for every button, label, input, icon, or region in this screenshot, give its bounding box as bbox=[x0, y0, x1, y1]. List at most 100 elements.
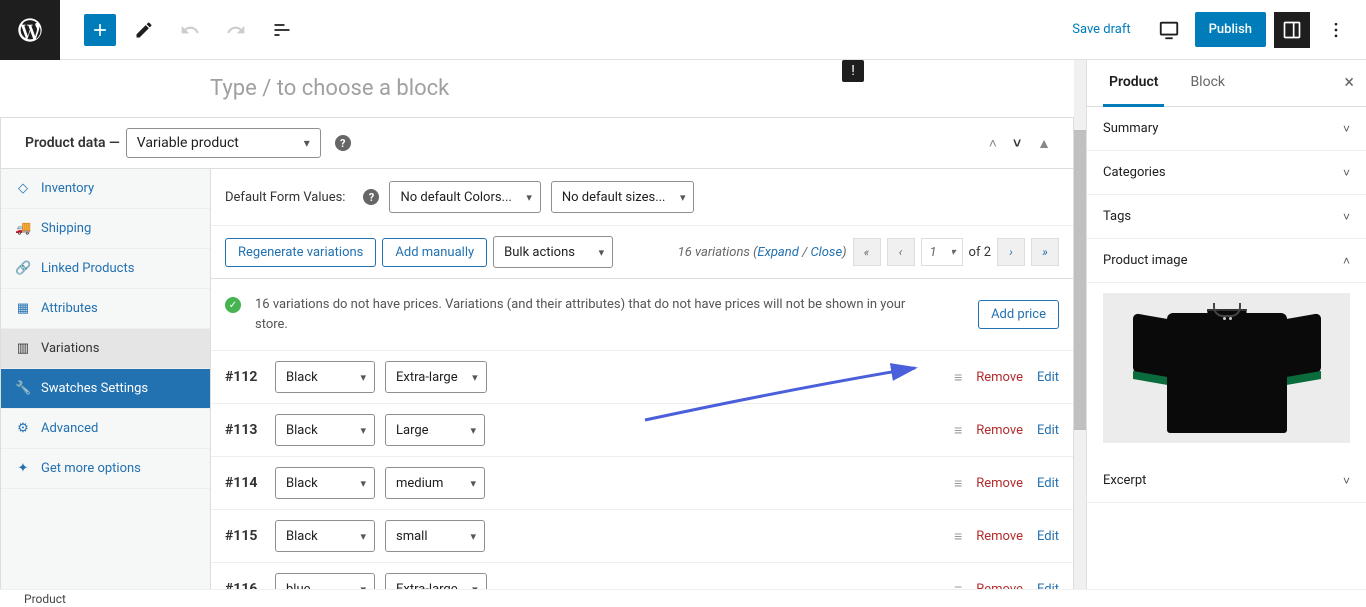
edit-variation-link[interactable]: Edit bbox=[1037, 476, 1059, 491]
drag-handle-icon[interactable]: ≡ bbox=[954, 475, 962, 492]
add-manually-button[interactable]: Add manually bbox=[382, 238, 487, 267]
variation-size-select[interactable]: small bbox=[385, 520, 485, 552]
tab-swatches-settings[interactable]: 🔧Swatches Settings bbox=[1, 369, 210, 409]
tab-get-more[interactable]: ✦ Get more options bbox=[1, 449, 210, 489]
variation-size-select[interactable]: Large bbox=[385, 414, 485, 446]
toolbar-right: Save draft Publish bbox=[1060, 12, 1366, 48]
tab-inventory[interactable]: ◇Inventory bbox=[1, 169, 210, 209]
scrollbar-thumb[interactable] bbox=[1074, 130, 1086, 430]
variation-row[interactable]: #112 Black Extra-large ≡ Remove Edit bbox=[211, 351, 1073, 404]
editor-scroll[interactable]: Type / to choose a block ! Product data … bbox=[0, 60, 1074, 607]
drag-handle-icon[interactable]: ≡ bbox=[954, 369, 962, 386]
variation-color-select[interactable]: Black bbox=[275, 520, 375, 552]
tab-block[interactable]: Block bbox=[1184, 60, 1231, 106]
pager-prev[interactable]: ‹ bbox=[887, 238, 915, 266]
default-sizes-select[interactable]: No default sizes... bbox=[551, 181, 695, 213]
settings-panel: Product Block × Summary ˅ Categories ˅ T… bbox=[1086, 60, 1366, 607]
pager-page-select[interactable]: 1 bbox=[921, 238, 963, 266]
variation-color-value: Black bbox=[286, 423, 318, 438]
editor-scrollbar[interactable] bbox=[1074, 60, 1086, 607]
tab-advanced[interactable]: ⚙Advanced bbox=[1, 409, 210, 449]
pager-last[interactable]: » bbox=[1031, 238, 1059, 266]
variation-size-select[interactable]: Extra-large bbox=[385, 361, 487, 393]
tab-linked-products[interactable]: 🔗Linked Products bbox=[1, 249, 210, 289]
variation-actions: ≡ Remove Edit bbox=[954, 475, 1059, 492]
more-options-icon[interactable] bbox=[1318, 12, 1354, 48]
variations-panel: Default Form Values: ? No default Colors… bbox=[211, 169, 1073, 607]
remove-variation-link[interactable]: Remove bbox=[976, 423, 1023, 438]
section-excerpt-label: Excerpt bbox=[1103, 473, 1146, 488]
section-excerpt[interactable]: Excerpt ˅ bbox=[1087, 459, 1366, 503]
save-draft-button[interactable]: Save draft bbox=[1060, 14, 1142, 45]
variation-size-value: medium bbox=[396, 476, 443, 491]
edit-icon[interactable] bbox=[126, 12, 162, 48]
tab-get-more-label: Get more options bbox=[41, 461, 141, 476]
variation-color-select[interactable]: Black bbox=[275, 467, 375, 499]
product-type-select[interactable]: Variable product bbox=[126, 128, 321, 158]
tab-shipping-label: Shipping bbox=[41, 221, 91, 236]
tab-product[interactable]: Product bbox=[1103, 60, 1164, 107]
publish-button[interactable]: Publish bbox=[1195, 12, 1266, 47]
close-link[interactable]: Close bbox=[810, 245, 842, 260]
variation-row[interactable]: #113 Black Large ≡ Remove Edit bbox=[211, 404, 1073, 457]
remove-variation-link[interactable]: Remove bbox=[976, 529, 1023, 544]
variation-row[interactable]: #114Blackmedium≡RemoveEdit bbox=[211, 457, 1073, 510]
toggle-icon[interactable]: ▲ bbox=[1037, 135, 1051, 152]
drag-handle-icon[interactable]: ≡ bbox=[954, 528, 962, 545]
preview-icon[interactable] bbox=[1151, 12, 1187, 48]
product-image-box bbox=[1103, 293, 1350, 443]
remove-variation-link[interactable]: Remove bbox=[976, 476, 1023, 491]
variations-toolbar: Regenerate variations Add manually Bulk … bbox=[211, 226, 1073, 279]
edit-variation-link[interactable]: Edit bbox=[1037, 423, 1059, 438]
edit-variation-link[interactable]: Edit bbox=[1037, 370, 1059, 385]
variations-icon: ▥ bbox=[15, 341, 31, 356]
inventory-icon: ◇ bbox=[15, 181, 31, 196]
move-up-icon[interactable]: ˄ bbox=[989, 135, 997, 152]
wp-logo[interactable] bbox=[0, 0, 60, 60]
pager-next[interactable]: › bbox=[997, 238, 1025, 266]
editor-column: Type / to choose a block ! Product data … bbox=[0, 60, 1086, 607]
variation-color-select[interactable]: Black bbox=[275, 414, 375, 446]
undo-icon bbox=[172, 12, 208, 48]
remove-variation-link[interactable]: Remove bbox=[976, 370, 1023, 385]
add-block-button[interactable] bbox=[84, 14, 116, 46]
product-data-header: Product data — Variable product ? ˄ ˅ ▲ bbox=[1, 118, 1073, 169]
variation-id: #112 bbox=[225, 369, 265, 385]
tab-attributes-label: Attributes bbox=[41, 301, 98, 316]
help-icon[interactable]: ? bbox=[363, 189, 379, 205]
variation-size-select[interactable]: medium bbox=[385, 467, 485, 499]
expand-link[interactable]: Expand bbox=[757, 245, 798, 260]
section-product-image[interactable]: Product image ˄ bbox=[1087, 239, 1366, 283]
settings-tabs: Product Block × bbox=[1087, 60, 1366, 107]
variation-color-select[interactable]: Black bbox=[275, 361, 375, 393]
regenerate-variations-button[interactable]: Regenerate variations bbox=[225, 238, 376, 267]
default-form-values-row: Default Form Values: ? No default Colors… bbox=[211, 169, 1073, 226]
advanced-icon: ⚙ bbox=[15, 421, 31, 436]
notice-text: 16 variations do not have prices. Variat… bbox=[255, 295, 934, 334]
tab-attributes[interactable]: ▦Attributes bbox=[1, 289, 210, 329]
tab-shipping[interactable]: 🚚Shipping bbox=[1, 209, 210, 249]
default-colors-select[interactable]: No default Colors... bbox=[389, 181, 540, 213]
bulk-actions-select[interactable]: Bulk actions bbox=[493, 236, 613, 268]
block-type-hint[interactable]: Type / to choose a block ! bbox=[0, 60, 1074, 117]
breadcrumb-item[interactable]: Product bbox=[24, 592, 66, 606]
variation-row[interactable]: #115Blacksmall≡RemoveEdit bbox=[211, 510, 1073, 563]
add-price-button[interactable]: Add price bbox=[978, 300, 1059, 329]
edit-variation-link[interactable]: Edit bbox=[1037, 529, 1059, 544]
close-settings-icon[interactable]: × bbox=[1344, 72, 1354, 93]
settings-panel-toggle[interactable] bbox=[1274, 12, 1310, 48]
product-image-preview[interactable] bbox=[1087, 283, 1366, 459]
more-icon: ✦ bbox=[15, 461, 31, 476]
pager-first[interactable]: « bbox=[853, 238, 881, 266]
list-view-icon[interactable] bbox=[264, 12, 300, 48]
section-categories[interactable]: Categories ˅ bbox=[1087, 151, 1366, 195]
section-tags[interactable]: Tags ˅ bbox=[1087, 195, 1366, 239]
variation-id: #113 bbox=[225, 422, 265, 438]
redo-icon bbox=[218, 12, 254, 48]
drag-handle-icon[interactable]: ≡ bbox=[954, 422, 962, 439]
tab-variations[interactable]: ▥Variations bbox=[1, 329, 210, 369]
help-icon[interactable]: ? bbox=[335, 135, 351, 151]
section-summary[interactable]: Summary ˅ bbox=[1087, 107, 1366, 151]
move-down-icon[interactable]: ˅ bbox=[1013, 135, 1021, 152]
product-data-label: Product data — bbox=[25, 135, 120, 151]
